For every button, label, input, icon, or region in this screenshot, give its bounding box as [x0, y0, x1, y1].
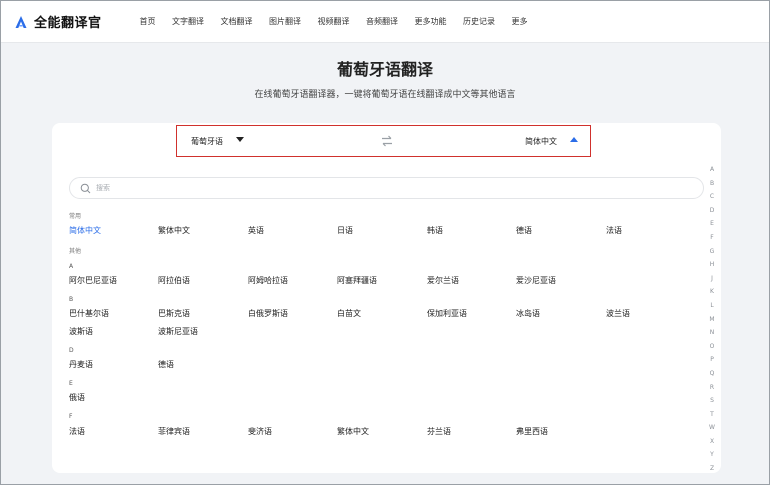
caret-up-icon[interactable]	[570, 137, 578, 142]
lang-item[interactable]: 繁体中文	[158, 225, 190, 236]
logo-a-icon	[15, 15, 27, 28]
lang-item[interactable]: 巴斯克语	[158, 308, 190, 319]
lang-item[interactable]: 德语	[516, 225, 532, 236]
lang-item[interactable]: 波兰语	[606, 308, 630, 319]
search-icon	[80, 183, 91, 194]
nav-more-features[interactable]: 更多功能	[415, 16, 447, 27]
alpha-index-letter[interactable]: S	[707, 397, 717, 411]
main-nav: 首页 文字翻译 文档翻译 图片翻译 视频翻译 音频翻译 更多功能 历史记录 更多	[140, 16, 545, 27]
caret-down-icon[interactable]	[236, 137, 244, 142]
lang-item[interactable]: 阿塞拜疆语	[337, 275, 377, 286]
other-label: 其他	[69, 248, 82, 255]
lang-item[interactable]: 俄语	[69, 392, 85, 403]
nav-audio-translate[interactable]: 音频翻译	[366, 16, 398, 27]
page-subtitle: 在线葡萄牙语翻译器，一键将葡萄牙语在线翻译成中文等其他语言	[254, 90, 516, 100]
lang-item[interactable]: 阿尔巴尼亚语	[69, 275, 117, 286]
nav-more[interactable]: 更多	[512, 16, 528, 27]
lang-item[interactable]: 菲律宾语	[158, 426, 190, 437]
lang-item[interactable]: 丹麦语	[69, 359, 93, 370]
lang-item[interactable]: 弗里西语	[516, 426, 548, 437]
alphabet-index: A B C D E F G H J K L M N O P Q R S T W …	[707, 166, 717, 479]
language-selector-bar: 葡萄牙语 简体中文	[176, 125, 591, 157]
lang-item[interactable]: 日语	[337, 225, 353, 236]
group-letter: D	[69, 347, 74, 354]
alpha-index-letter[interactable]: Y	[707, 451, 717, 465]
group-letter: B	[69, 296, 74, 303]
alpha-index-letter[interactable]: R	[707, 384, 717, 398]
lang-item[interactable]: 繁体中文	[337, 426, 369, 437]
search-input[interactable]	[96, 181, 676, 195]
lang-item[interactable]: 斐济语	[248, 426, 272, 437]
alpha-index-letter[interactable]: H	[707, 261, 717, 275]
swap-arrows-icon[interactable]	[380, 134, 394, 148]
alpha-index-letter[interactable]: K	[707, 288, 717, 302]
alpha-index-letter[interactable]: B	[707, 180, 717, 194]
target-language[interactable]: 简体中文	[525, 136, 557, 147]
group-letter: F	[69, 413, 73, 420]
alpha-index-letter[interactable]: T	[707, 411, 717, 425]
lang-item-selected[interactable]: 简体中文	[69, 225, 101, 236]
logo[interactable]: 全能翻译官	[14, 12, 102, 31]
nav-image-translate[interactable]: 图片翻译	[269, 16, 301, 27]
top-header: 全能翻译官 首页 文字翻译 文档翻译 图片翻译 视频翻译 音频翻译 更多功能 历…	[1, 1, 769, 43]
common-label: 常用	[69, 213, 82, 220]
language-panel	[52, 123, 721, 473]
page-title: 葡萄牙语翻译	[336, 60, 433, 79]
lang-item[interactable]: 英语	[248, 225, 264, 236]
alpha-index-letter[interactable]: M	[707, 316, 717, 330]
alpha-index-letter[interactable]: G	[707, 248, 717, 262]
lang-item[interactable]: 白俄罗斯语	[248, 308, 288, 319]
alpha-index-letter[interactable]: A	[707, 166, 717, 180]
alpha-index-letter[interactable]: C	[707, 193, 717, 207]
alpha-index-letter[interactable]: O	[707, 343, 717, 357]
nav-text-translate[interactable]: 文字翻译	[172, 16, 204, 27]
group-letter: E	[69, 380, 73, 387]
alpha-index-letter[interactable]: E	[707, 220, 717, 234]
nav-home[interactable]: 首页	[140, 16, 156, 27]
nav-history[interactable]: 历史记录	[463, 16, 495, 27]
lang-item[interactable]: 波斯语	[69, 326, 93, 337]
lang-item[interactable]: 法语	[69, 426, 85, 437]
lang-item[interactable]: 阿姆哈拉语	[248, 275, 288, 286]
lang-item[interactable]: 巴什基尔语	[69, 308, 109, 319]
lang-item[interactable]: 冰岛语	[516, 308, 540, 319]
search-box	[69, 177, 704, 199]
logo-text: 全能翻译官	[34, 16, 102, 31]
lang-item[interactable]: 法语	[606, 225, 622, 236]
lang-item[interactable]: 爱尔兰语	[427, 275, 459, 286]
lang-item[interactable]: 波斯尼亚语	[158, 326, 198, 337]
nav-doc-translate[interactable]: 文档翻译	[221, 16, 253, 27]
alpha-index-letter[interactable]: W	[707, 424, 717, 438]
lang-item[interactable]: 保加利亚语	[427, 308, 467, 319]
alpha-index-letter[interactable]: X	[707, 438, 717, 452]
lang-item[interactable]: 芬兰语	[427, 426, 451, 437]
alpha-index-letter[interactable]: J	[707, 275, 717, 289]
lang-item[interactable]: 阿拉伯语	[158, 275, 190, 286]
alpha-index-letter[interactable]: P	[707, 356, 717, 370]
lang-item[interactable]: 爱沙尼亚语	[516, 275, 556, 286]
lang-item[interactable]: 韩语	[427, 225, 443, 236]
alpha-index-letter[interactable]: N	[707, 329, 717, 343]
alpha-index-letter[interactable]: Z	[707, 465, 717, 479]
alpha-index-letter[interactable]: F	[707, 234, 717, 248]
lang-item[interactable]: 白苗文	[337, 308, 361, 319]
alpha-index-letter[interactable]: L	[707, 302, 717, 316]
lang-item[interactable]: 德语	[158, 359, 174, 370]
alpha-index-letter[interactable]: D	[707, 207, 717, 221]
group-letter: A	[69, 263, 74, 270]
nav-video-translate[interactable]: 视频翻译	[318, 16, 350, 27]
alpha-index-letter[interactable]: Q	[707, 370, 717, 384]
source-language[interactable]: 葡萄牙语	[191, 136, 223, 147]
